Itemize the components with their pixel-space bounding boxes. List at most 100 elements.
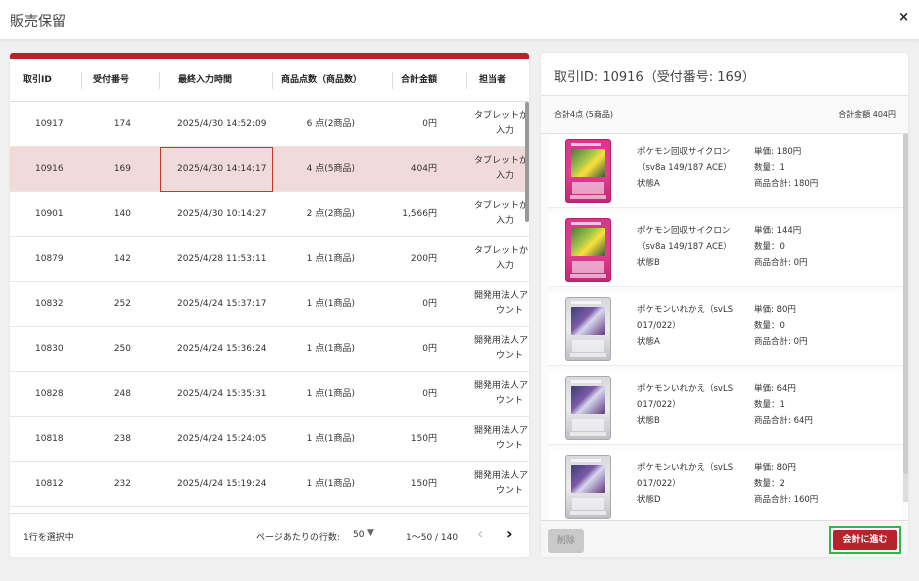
table-row[interactable]: 10830 250 2025/4/24 15:36:24 1 点(1商品) 0円… (10, 327, 529, 372)
table-row-selected[interactable]: 10916 169 2025/4/30 14:14:17 4 点(5商品) 40… (10, 147, 529, 192)
list-item[interactable]: ポケモン回収サイクロン （sv8a 149/187 ACE） 状態B 単価: 1… (549, 213, 903, 287)
cell-staff-line2: ウント (496, 441, 524, 451)
item-name-line1: ポケモンいれかえ（svLS (637, 463, 734, 473)
item-condition: 状態A (637, 337, 660, 347)
item-quantity: 数量：0 (754, 321, 785, 331)
item-name-line2: 017/022） (637, 400, 681, 410)
cell-total: 150円 (410, 434, 437, 444)
col-transaction-id[interactable]: 取引ID (23, 59, 52, 102)
item-unit-price: 単価: 80円 (754, 463, 796, 473)
table-header: 取引ID 受付番号 最終入力時間 商品点数（商品数） 合計金額 担当者 (10, 59, 529, 102)
column-divider (81, 72, 82, 89)
table-row[interactable]: 10818 238 2025/4/24 15:24:05 1 点(1商品) 15… (10, 417, 529, 462)
item-name-line1: ポケモン回収サイクロン (637, 147, 731, 157)
table-row[interactable]: 10879 142 2025/4/28 11:53:11 1 点(1商品) 20… (10, 237, 529, 282)
item-condition: 状態A (637, 179, 660, 189)
col-staff[interactable]: 担当者 (479, 59, 506, 102)
table-row[interactable]: 10832 252 2025/4/24 15:37:17 1 点(1商品) 0円… (10, 282, 529, 327)
cell-staff-line2: ウント (496, 396, 524, 406)
cell-staff: 開発用法人アウント (474, 379, 529, 409)
list-item[interactable]: ポケモンいれかえ（svLS 017/022） 状態D 単価: 80円 数量：2 … (549, 450, 903, 520)
col-total-amount[interactable]: 合計金額 (401, 59, 437, 102)
item-name-line1: ポケモン回収サイクロン (637, 226, 731, 236)
item-name-line1: ポケモンいれかえ（svLS (637, 305, 734, 315)
rows-per-page-select[interactable]: 50 (353, 530, 364, 540)
item-name-line2: 017/022） (637, 479, 681, 489)
list-item[interactable]: ポケモンいれかえ（svLS 017/022） 状態A 単価: 80円 数量：0 … (549, 292, 903, 366)
list-item[interactable]: ポケモン回収サイクロン （sv8a 149/187 ACE） 状態A 単価: 1… (549, 134, 903, 208)
item-list-scrollbar[interactable] (903, 134, 908, 502)
card-image (565, 455, 611, 519)
cell-staff-line2: ウント (496, 486, 524, 496)
table-scrollbar[interactable] (525, 102, 529, 222)
cell-staff: 開発用法人ア ウント (474, 424, 529, 454)
col-item-count[interactable]: 商品点数（商品数） (281, 59, 362, 102)
checkout-button-focus-ring: 会計に進む (829, 526, 901, 554)
cell-total: 150円 (410, 479, 437, 489)
close-icon[interactable]: × (898, 10, 909, 25)
item-name-line2: 017/022） (637, 321, 681, 331)
col-receipt-number[interactable]: 受付番号 (93, 59, 129, 102)
cell-staff-line1: タブレットか (474, 201, 529, 211)
item-subtotal: 商品合計: 0円 (754, 258, 808, 268)
cell-staff-line2: 入力 (496, 216, 515, 226)
detail-summary: 合計4点 (5商品) 合計金額 404円 (541, 96, 908, 134)
summary-total: 合計金額 404円 (838, 110, 896, 119)
table-footer: 1行を選択中 ページあたりの行数: 50 ▼ 1〜50 / 140 ‹ › (10, 513, 529, 557)
selection-status: 1行を選択中 (23, 533, 74, 543)
cell-staff-line1: タブレットか (474, 111, 529, 121)
cell-total: 200円 (410, 254, 437, 264)
table-row[interactable]: 10901 140 2025/4/30 10:14:27 2 点(2商品) 1,… (10, 192, 529, 237)
cell-staff-line1: 開発用法人ア (474, 471, 529, 481)
cell-total: 1,566円 (402, 209, 437, 219)
list-item[interactable]: ポケモンいれかえ（svLS 017/022） 状態B 単価: 64円 数量：1 … (549, 371, 903, 445)
item-condition: 状態B (637, 416, 660, 426)
transactions-panel: 取引ID 受付番号 最終入力時間 商品点数（商品数） 合計金額 担当者 1091… (10, 53, 529, 557)
card-image (565, 297, 611, 361)
cell-staff-line1: 開発用法人ア (474, 381, 529, 391)
item-name-line2: （sv8a 149/187 ACE） (637, 242, 732, 252)
table-row[interactable]: 10917 174 2025/4/30 14:52:09 6 点(2商品) 0円… (10, 102, 529, 147)
item-pricing: 単価: 144円 数量：0 商品合計: 0円 (754, 223, 807, 271)
cell-staff-line2: 入力 (496, 171, 515, 181)
cell-total: 0円 (422, 344, 437, 354)
item-unit-price: 単価: 64円 (754, 384, 796, 394)
item-subtotal: 商品合計: 160円 (754, 495, 819, 505)
delete-button[interactable]: 削除 (548, 529, 584, 553)
cell-staff: 開発用法人ア ウント (474, 289, 529, 319)
summary-count: 合計4点 (5商品) (554, 110, 613, 119)
item-condition: 状態B (637, 258, 660, 268)
cell-staff-line2: 入力 (496, 126, 515, 136)
cell-total: 0円 (422, 119, 437, 129)
cell-total: 0円 (422, 389, 437, 399)
cell-staff-line2: ウント (496, 351, 524, 361)
item-condition: 状態D (637, 495, 661, 505)
card-image (565, 218, 611, 282)
cell-staff: タブレットか入力 (474, 109, 529, 139)
item-quantity: 数量：1 (754, 163, 785, 173)
cell-staff: 開発用法人ア ウント (474, 334, 529, 364)
table-body: 10917 174 2025/4/30 14:52:09 6 点(2商品) 0円… (10, 102, 529, 520)
checkout-button[interactable]: 会計に進む (833, 530, 897, 550)
col-last-input-time[interactable]: 最終入力時間 (178, 59, 232, 102)
item-pricing: 単価: 80円 数量：0 商品合計: 0円 (754, 302, 807, 350)
cell-staff-line1: タブレットか (474, 246, 529, 256)
chevron-right-icon[interactable]: › (506, 524, 513, 543)
table-row[interactable]: 10828 248 2025/4/24 15:35:31 1 点(1商品) 0円… (10, 372, 529, 417)
item-pricing: 単価: 64円 数量：1 商品合計: 64円 (754, 381, 813, 429)
scrollbar-thumb[interactable] (903, 134, 908, 474)
cell-staff-line2: 入力 (496, 261, 515, 271)
table-row[interactable]: 10812 232 2025/4/24 15:19:24 1 点(1商品) 15… (10, 462, 529, 507)
item-quantity: 数量：0 (754, 242, 785, 252)
cell-total: 0円 (422, 299, 437, 309)
item-unit-price: 単価: 144円 (754, 226, 802, 236)
chevron-left-icon[interactable]: ‹ (477, 524, 483, 543)
item-unit-price: 単価: 80円 (754, 305, 796, 315)
cell-staff: タブレットか入力 (474, 199, 529, 229)
item-name: ポケモン回収サイクロン （sv8a 149/187 ACE） 状態B (637, 223, 747, 271)
item-subtotal: 商品合計: 0円 (754, 337, 808, 347)
item-subtotal: 商品合計: 64円 (754, 416, 813, 426)
cell-staff-line1: タブレットか (474, 156, 529, 166)
caret-down-icon[interactable]: ▼ (367, 528, 374, 538)
card-image (565, 139, 611, 203)
